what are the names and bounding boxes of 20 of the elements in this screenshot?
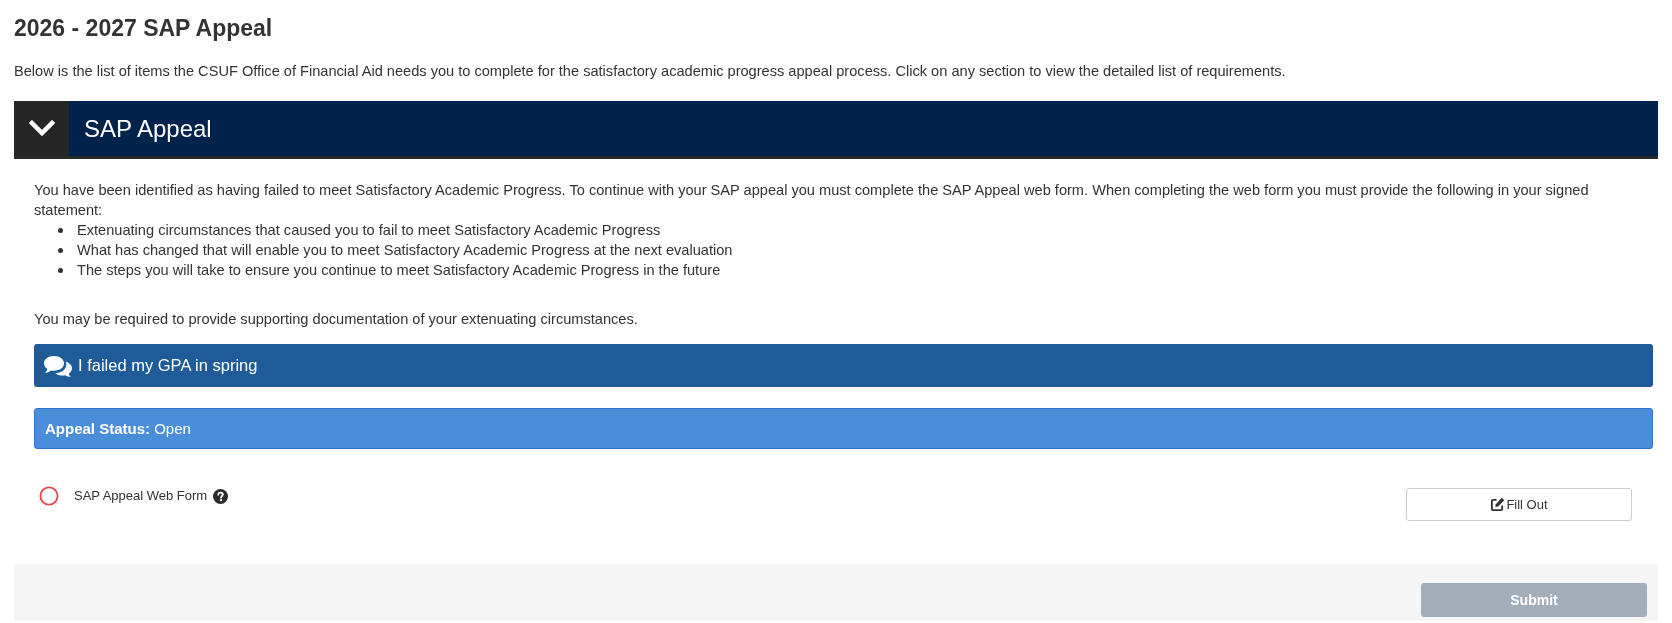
bullet-icon [58,267,63,273]
edit-icon [1490,497,1506,512]
page-title: 2026 - 2027 SAP Appeal [14,14,273,42]
appeal-reason-text: I failed my GPA in spring [78,356,258,375]
section-title: SAP Appeal [84,113,212,144]
bullet-icon [58,227,63,233]
intro-text: Below is the list of items the CSUF Office of Financial Aid needs you to complete for the satisfactory academic progress appeal process. Click on any section to view the detailed list of requirements. [14,62,1286,81]
appeal-reason-bar[interactable]: I failed my GPA in spring [34,344,1653,387]
description-text: You have been identified as having failed to meet Satisfactory Academic Progress. To continue with your SAP appeal you must complete the SAP Appeal web form. When completing the web form you must provide the following in your signed statement: [34,181,1590,220]
appeal-status-text: Appeal Status: Open [45,420,191,437]
list-item-text: The steps you will take to ensure you continue to meet Satisfactory Academic Progress in the future [77,261,721,280]
note-text: You may be required to provide supporting documentation of your extenuating circumstances. [34,310,638,329]
fill-out-button[interactable]: Fill Out [1406,488,1632,521]
speech-bubbles-icon [43,354,73,377]
list-item-text: What has changed that will enable you to meet Satisfactory Academic Progress at the next evaluation [77,241,733,260]
list-item-text: Extenuating circumstances that caused you to fail to meet Satisfactory Academic Progress [77,221,661,240]
accordion-header[interactable]: SAP Appeal [14,101,1658,159]
requirement-label: SAP Appeal Web Form [74,487,208,505]
bullet-icon [58,247,63,253]
help-icon[interactable] [213,488,229,504]
